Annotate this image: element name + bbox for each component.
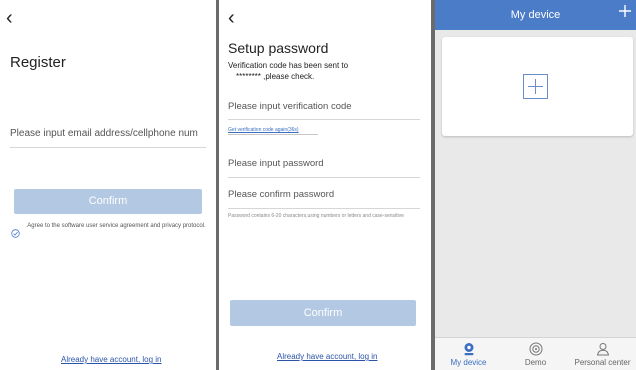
verification-code-input[interactable]: Please input verification code bbox=[228, 101, 420, 112]
bottom-tab-bar: My device Demo Personal center bbox=[435, 337, 636, 370]
password-input[interactable]: Please input password bbox=[228, 158, 420, 169]
field-underline bbox=[228, 134, 318, 135]
tab-personal-center[interactable]: Personal center bbox=[569, 338, 636, 370]
back-icon[interactable]: ‹ bbox=[6, 8, 13, 28]
camera-icon bbox=[462, 342, 476, 356]
tab-demo[interactable]: Demo bbox=[502, 338, 569, 370]
back-icon[interactable]: ‹ bbox=[228, 8, 235, 28]
page-title: Setup password bbox=[228, 40, 329, 56]
email-field[interactable]: Please input email address/cellphone num bbox=[10, 128, 206, 139]
check-circle-icon[interactable] bbox=[11, 225, 20, 238]
add-device-icon[interactable] bbox=[523, 74, 548, 99]
tab-label: My device bbox=[450, 358, 487, 367]
my-device-screen: My device My device Demo Personal center bbox=[435, 0, 636, 370]
tab-my-device[interactable]: My device bbox=[435, 338, 502, 370]
field-underline bbox=[228, 119, 420, 120]
field-underline bbox=[228, 208, 420, 209]
agreement-text[interactable]: Agree to the software user service agree… bbox=[24, 222, 209, 230]
tab-label: Personal center bbox=[574, 358, 631, 367]
login-link[interactable]: Already have account, log in bbox=[277, 352, 378, 361]
person-icon bbox=[596, 342, 610, 356]
add-device-card[interactable] bbox=[442, 37, 633, 136]
plus-icon[interactable] bbox=[618, 4, 632, 18]
target-icon bbox=[529, 342, 543, 356]
header-bar: My device bbox=[435, 0, 636, 30]
field-underline bbox=[10, 147, 206, 148]
code-sent-target: ******** ,please check. bbox=[236, 72, 315, 81]
setup-password-screen: ‹ Setup password Verification code has b… bbox=[219, 0, 431, 370]
login-link[interactable]: Already have account, log in bbox=[61, 355, 162, 364]
password-hint: Password contains 6-20 characters,using … bbox=[228, 213, 404, 219]
page-title: Register bbox=[10, 54, 66, 71]
field-underline bbox=[228, 177, 420, 178]
confirm-button[interactable]: Confirm bbox=[14, 189, 202, 214]
header-title: My device bbox=[510, 9, 561, 21]
resend-code-link[interactable]: Get verification code again(36s) bbox=[228, 127, 299, 133]
confirm-button[interactable]: Confirm bbox=[230, 300, 416, 326]
register-screen: ‹ Register Please input email address/ce… bbox=[0, 0, 216, 370]
confirm-password-input[interactable]: Please confirm password bbox=[228, 189, 420, 200]
tab-label: Demo bbox=[524, 358, 547, 367]
code-sent-message: Verification code has been sent to bbox=[228, 61, 349, 70]
